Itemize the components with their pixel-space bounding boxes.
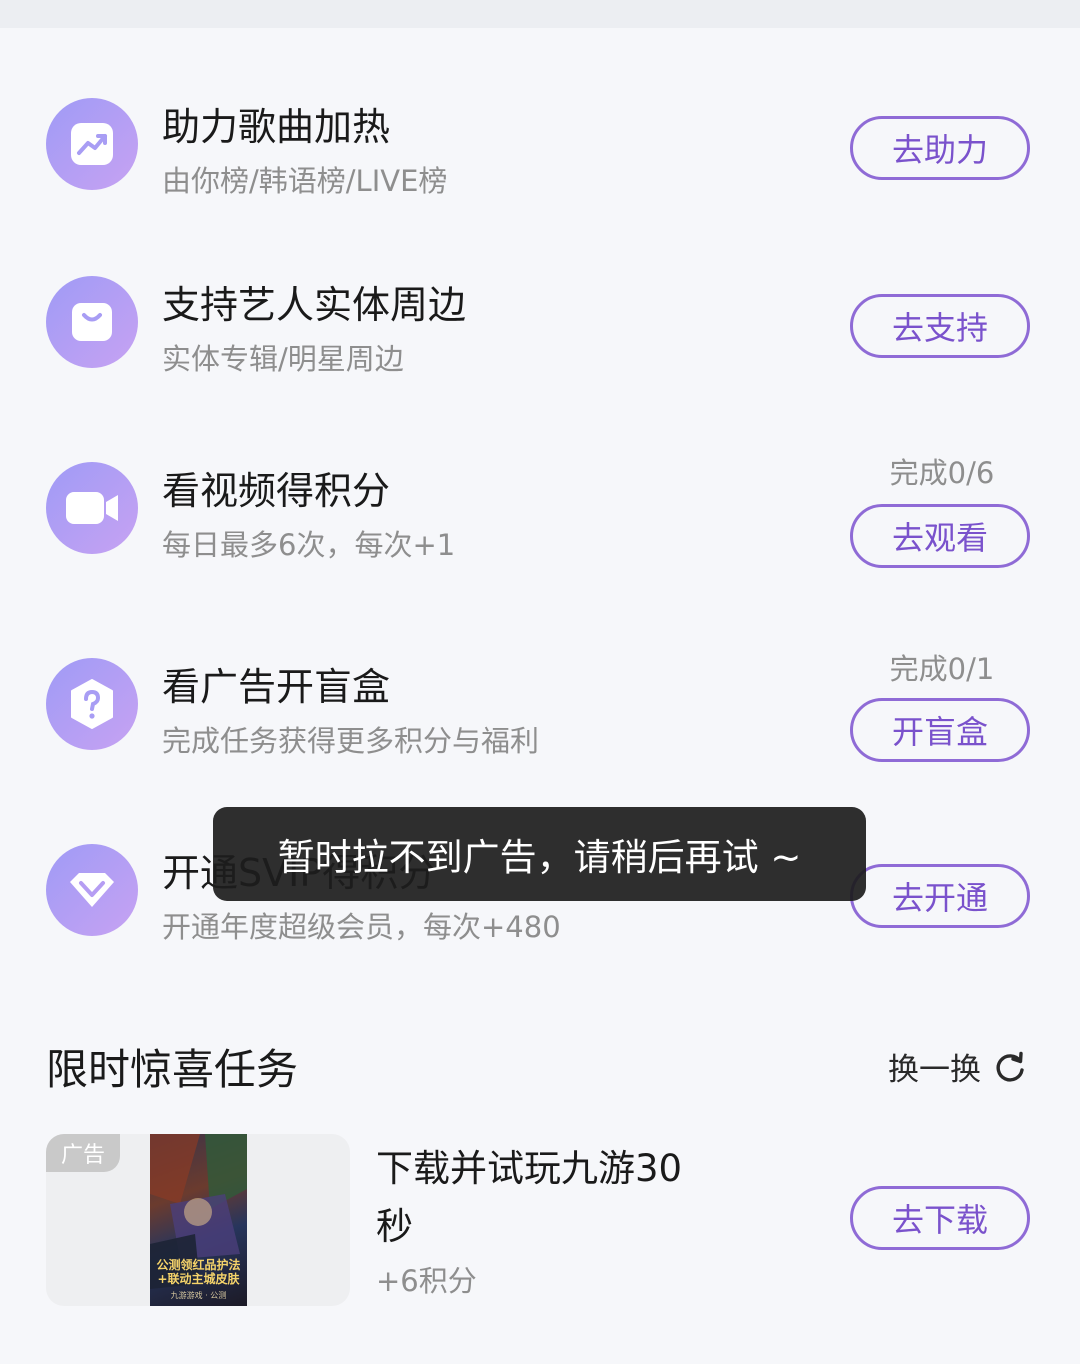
task-subtitle: 完成任务获得更多积分与福利: [162, 724, 540, 758]
question-box-icon: [46, 658, 138, 750]
refresh-button[interactable]: 换一换: [888, 1044, 1027, 1089]
refresh-label: 换一换: [888, 1052, 981, 1088]
trending-up-icon: [46, 98, 138, 190]
ad-poster-image[interactable]: 公测领红品护法+联动主城皮肤 九游游戏 · 公测: [150, 1134, 247, 1306]
task-title: 支持艺人实体周边: [162, 283, 467, 327]
open-blind-box-button[interactable]: 开盲盒: [850, 698, 1030, 762]
ad-points: +6积分: [376, 1264, 477, 1298]
refresh-icon: [993, 1050, 1027, 1084]
section-title: 限时惊喜任务: [46, 1045, 299, 1094]
ad-card[interactable]: 广告 公测领红品护法+联动主城皮肤 九游游戏 · 公测: [46, 1134, 350, 1306]
toast-message: 暂时拉不到广告，请稍后再试 ~: [213, 807, 866, 901]
ad-poster-text: 公测领红品护法+联动主城皮肤: [156, 1258, 241, 1286]
task-row-artist-merch: 支持艺人实体周边 实体专辑/明星周边 去支持: [0, 248, 1080, 398]
task-subtitle: 开通年度超级会员，每次+480: [162, 910, 561, 944]
ad-title: 下载并试玩九游30秒: [376, 1147, 683, 1248]
top-edge: [0, 0, 1080, 28]
task-row-song-boost: 助力歌曲加热 由你榜/韩语榜/LIVE榜 去助力: [0, 70, 1080, 220]
task-progress: 完成0/1: [889, 652, 995, 686]
ad-badge: 广告: [46, 1134, 120, 1172]
task-subtitle: 每日最多6次，每次+1: [162, 528, 456, 562]
go-boost-button[interactable]: 去助力: [850, 116, 1030, 180]
go-support-button[interactable]: 去支持: [850, 294, 1030, 358]
go-download-button[interactable]: 去下载: [850, 1186, 1030, 1250]
go-activate-button[interactable]: 去开通: [850, 864, 1030, 928]
diamond-icon: [46, 844, 138, 936]
ad-poster-subtext: 九游游戏 · 公测: [170, 1291, 227, 1300]
task-progress: 完成0/6: [889, 456, 995, 490]
task-subtitle: 实体专辑/明星周边: [162, 342, 404, 376]
video-camera-icon: [46, 462, 138, 554]
go-watch-button[interactable]: 去观看: [850, 504, 1030, 568]
task-title: 看视频得积分: [162, 469, 391, 513]
task-row-watch-video: 看视频得积分 每日最多6次，每次+1 完成0/6 去观看: [0, 432, 1080, 582]
task-row-blind-box: 看广告开盲盒 完成任务获得更多积分与福利 完成0/1 开盲盒: [0, 628, 1080, 778]
task-title: 看广告开盲盒: [162, 665, 391, 709]
task-subtitle: 由你榜/韩语榜/LIVE榜: [162, 164, 448, 198]
shopping-bag-icon: [46, 276, 138, 368]
task-title: 助力歌曲加热: [162, 105, 391, 149]
